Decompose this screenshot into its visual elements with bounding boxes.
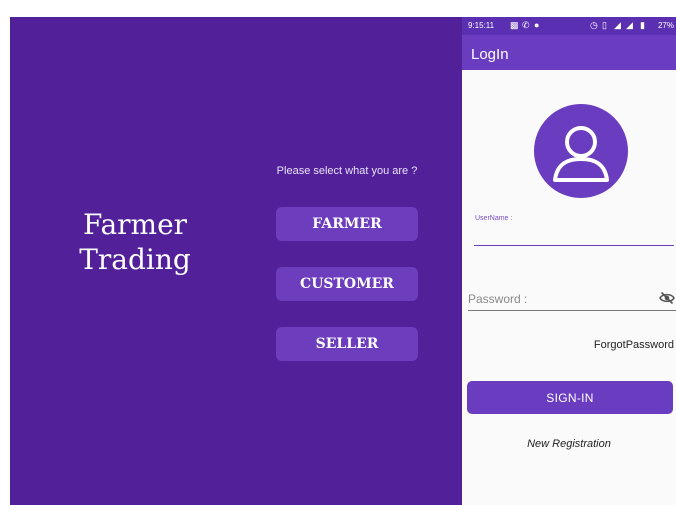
phone-icon: ✆ bbox=[522, 20, 530, 30]
vibrate-icon: ▯ bbox=[602, 20, 607, 30]
app-name: Farmer Trading bbox=[60, 207, 210, 277]
app-bar: LogIn bbox=[462, 35, 676, 70]
farmer-button[interactable]: FARMER bbox=[276, 207, 418, 241]
role-selection-screen: Farmer Trading Please select what you ar… bbox=[10, 17, 462, 505]
new-registration-link[interactable]: New Registration bbox=[462, 438, 676, 450]
battery-icon: ▮ bbox=[640, 20, 645, 30]
status-time: 9:15:11 bbox=[468, 21, 495, 30]
username-label: UserName : bbox=[475, 215, 513, 222]
person-icon bbox=[553, 126, 609, 182]
message-icon: ▩ bbox=[510, 20, 519, 30]
password-underline bbox=[468, 310, 676, 311]
app-name-line1: Farmer bbox=[82, 208, 188, 241]
battery-level: 27% bbox=[657, 21, 674, 30]
sign-in-button[interactable]: SIGN-IN bbox=[467, 381, 673, 414]
notification-icon: ● bbox=[534, 20, 540, 30]
lte-icon: ◢ bbox=[626, 20, 633, 30]
username-field[interactable] bbox=[474, 227, 674, 246]
login-screen: 9:15:11 ▩ ✆ ● ◷ ▯ ◢ ◢ ▮ 27% LogIn UserNa… bbox=[462, 17, 676, 505]
page-title: LogIn bbox=[471, 46, 509, 63]
forgot-password-link[interactable]: ForgotPassword bbox=[594, 339, 674, 351]
role-prompt: Please select what you are ? bbox=[276, 165, 418, 177]
status-bar: 9:15:11 ▩ ✆ ● ◷ ▯ ◢ ◢ ▮ 27% bbox=[462, 17, 676, 35]
alarm-icon: ◷ bbox=[590, 20, 598, 30]
eye-off-icon[interactable] bbox=[659, 291, 675, 305]
avatar bbox=[534, 104, 628, 198]
signal-icon: ◢ bbox=[614, 20, 621, 30]
app-name-line2: Trading bbox=[79, 243, 191, 276]
seller-button[interactable]: SELLER bbox=[276, 327, 418, 361]
customer-button[interactable]: CUSTOMER bbox=[276, 267, 418, 301]
password-field[interactable] bbox=[468, 289, 648, 309]
